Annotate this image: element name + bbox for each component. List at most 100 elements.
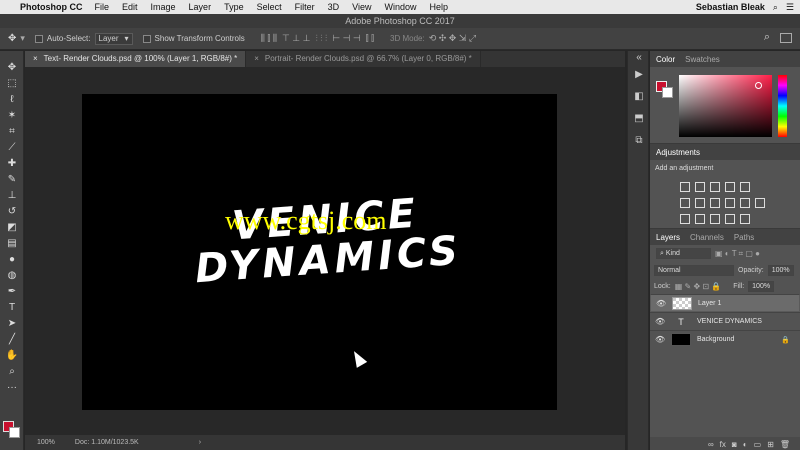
layer-style-icon[interactable]: fx [720,440,726,449]
lock-icons[interactable]: ▦ ✎ ✥ ⊡ 🔒 [675,282,722,291]
menu-type[interactable]: Type [224,2,244,12]
lasso-tool-icon[interactable]: ℓ [0,91,24,107]
tab-portrait-render-clouds[interactable]: × Portrait- Render Clouds.psd @ 66.7% (L… [246,51,481,67]
auto-select-checkbox[interactable] [34,34,43,43]
eye-icon[interactable]: 👁 [655,335,665,344]
dodge-tool-icon[interactable]: ◍ [0,267,24,283]
workspace-icon[interactable] [780,33,792,43]
posterize-icon[interactable] [695,214,705,224]
add-mask-icon[interactable]: ◙ [732,440,737,449]
search-icon[interactable]: ⌕ [764,31,770,44]
blend-mode-select[interactable]: Normal [654,264,734,276]
background-color-swatch[interactable] [9,427,20,438]
gradient-map-icon[interactable] [725,214,735,224]
layer-row-venice-dynamics[interactable]: 👁 T VENICE DYNAMICS [650,312,800,330]
tab-adjustments[interactable]: Adjustments [656,148,700,157]
threshold-icon[interactable] [710,214,720,224]
hue-slider[interactable] [778,75,787,137]
exposure-icon[interactable] [725,182,735,192]
tab-color[interactable]: Color [656,55,675,64]
menu-layer[interactable]: Layer [189,2,212,12]
eye-icon[interactable]: 👁 [655,317,665,326]
new-layer-icon[interactable]: ⊞ [767,440,774,449]
brightness-contrast-icon[interactable] [680,182,690,192]
menu-filter[interactable]: Filter [295,2,315,12]
crop-tool-icon[interactable]: ⌗ [0,123,24,139]
menu-edit[interactable]: Edit [122,2,138,12]
user-name[interactable]: Sebastian Bleak [696,2,765,12]
brush-tool-icon[interactable]: ✎ [0,171,24,187]
healing-brush-tool-icon[interactable]: ✚ [0,155,24,171]
more-tools-icon[interactable]: ··· [0,379,24,395]
tab-swatches[interactable]: Swatches [685,55,720,64]
panel-background-swatch[interactable] [662,87,673,98]
move-tool-icon[interactable]: ✥ [8,33,16,44]
search-icon[interactable]: ⌕ [773,2,778,13]
status-menu-arrow[interactable]: › [199,439,201,446]
menu-window[interactable]: Window [384,2,416,12]
tab-channels[interactable]: Channels [690,233,724,242]
pen-tool-icon[interactable]: ✒ [0,283,24,299]
3d-mode-icons[interactable]: ⟲ ✣ ✥ ⇲ ⤢ [429,33,476,44]
channel-mixer-icon[interactable] [740,198,750,208]
tab-paths[interactable]: Paths [734,233,754,242]
history-brush-tool-icon[interactable]: ↺ [0,203,24,219]
new-adjustment-layer-icon[interactable]: ◐ [743,440,748,449]
menu-list-icon[interactable]: ☰ [786,2,794,13]
path-selection-tool-icon[interactable]: ➤ [0,315,24,331]
document-canvas[interactable]: VENICE DYNAMICS www.cgtsj.com [82,94,557,410]
magic-wand-tool-icon[interactable]: ✶ [0,107,24,123]
layer-row-background[interactable]: 👁 Background 🔒 [650,330,800,348]
character-panel-icon[interactable]: ⧉ [628,129,650,151]
gradient-tool-icon[interactable]: ▤ [0,235,24,251]
align-icons[interactable]: ⫼ ⫿ ⫼ ⊤ ⊥ ⊥ ⫶ ⫶ ⫶ ⊢ ⊣ ⊣ ⫿ ⫿ [261,33,374,44]
link-layers-icon[interactable]: ∞ [708,440,714,449]
lock-icon[interactable]: 🔒 [781,336,790,344]
fill-input[interactable]: 100% [748,280,775,292]
menu-3d[interactable]: 3D [328,2,340,12]
photo-filter-icon[interactable] [725,198,735,208]
hand-tool-icon[interactable]: ✋ [0,347,24,363]
canvas-workspace[interactable]: VENICE DYNAMICS www.cgtsj.com [25,67,625,435]
vibrance-icon[interactable] [740,182,750,192]
clone-stamp-tool-icon[interactable]: ⊥ [0,187,24,203]
menu-select[interactable]: Select [257,2,282,12]
curves-icon[interactable] [710,182,720,192]
line-tool-icon[interactable]: ╱ [0,331,24,347]
new-group-icon[interactable]: ▭ [754,440,762,449]
libraries-panel-icon[interactable]: ⬒ [628,107,650,129]
tab-layers[interactable]: Layers [656,233,680,242]
menu-help[interactable]: Help [429,2,448,12]
tab-text-render-clouds[interactable]: × Text- Render Clouds.psd @ 100% (Layer … [25,51,247,67]
marquee-tool-icon[interactable]: ⬚ [0,75,24,91]
color-balance-icon[interactable] [695,198,705,208]
black-white-icon[interactable] [710,198,720,208]
auto-select-target-select[interactable]: Layer ▾ [94,32,133,45]
hue-saturation-icon[interactable] [680,198,690,208]
layer-row-layer-1[interactable]: 👁 Layer 1 [650,294,800,312]
tab-close-icon[interactable]: × [33,51,38,67]
layer-filter-select[interactable]: ⌕ Kind [656,248,711,259]
selective-color-icon[interactable] [740,214,750,224]
trash-icon[interactable]: 🗑 [780,440,790,449]
menu-app-name[interactable]: Photoshop CC [20,2,83,12]
type-tool-icon[interactable]: T [0,299,24,315]
eye-icon[interactable]: 👁 [656,299,666,308]
zoom-level[interactable]: 100% [37,439,55,446]
move-tool-icon[interactable]: ✥ [0,59,24,75]
menu-view[interactable]: View [352,2,371,12]
blur-tool-icon[interactable]: ● [0,251,24,267]
invert-icon[interactable] [680,214,690,224]
opacity-input[interactable]: 100% [767,264,794,276]
eraser-tool-icon[interactable]: ◩ [0,219,24,235]
menu-file[interactable]: File [95,2,110,12]
properties-panel-icon[interactable]: ◧ [628,85,650,107]
menu-image[interactable]: Image [151,2,176,12]
zoom-tool-icon[interactable]: ⌕ [0,363,24,379]
eyedropper-tool-icon[interactable]: ⟋ [0,139,24,155]
tab-close-icon[interactable]: × [254,51,259,67]
tool-preset-dropdown-icon[interactable]: ▾ [20,33,25,44]
levels-icon[interactable] [695,182,705,192]
collapse-arrows-icon[interactable]: « [628,51,650,63]
layer-filter-icons[interactable]: ▣ ◐ T ⌗ ▢ ● [715,249,760,259]
